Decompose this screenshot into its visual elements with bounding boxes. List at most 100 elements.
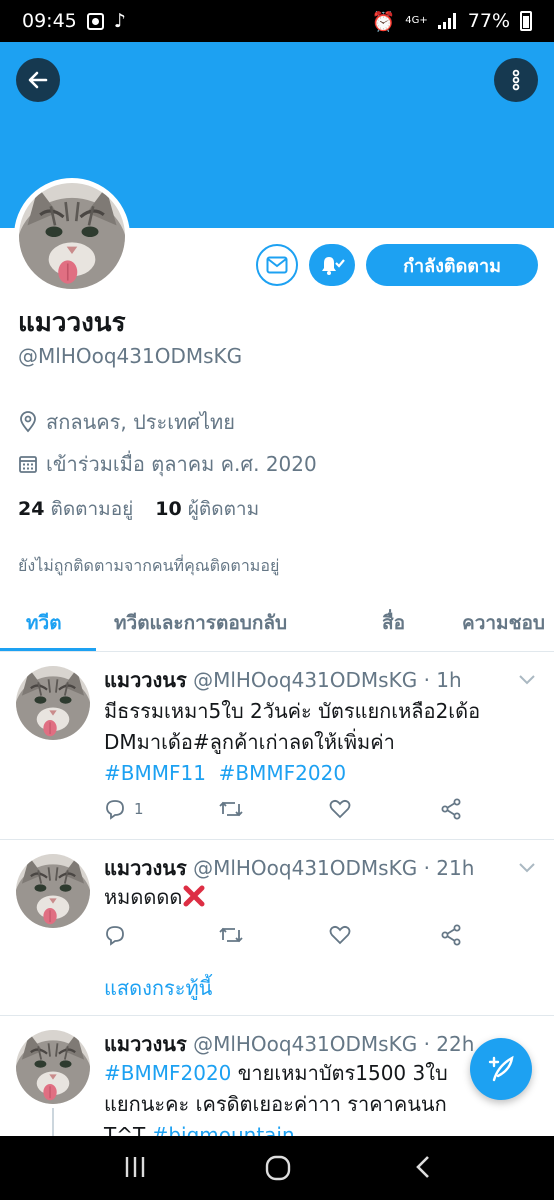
network-type: 4G+ <box>405 15 428 26</box>
status-time: 09:45 <box>22 10 77 32</box>
bell-check-icon <box>322 257 345 275</box>
signal-icon <box>437 13 458 29</box>
tweet-header: แมววงนร @MlHOoq431ODMsKG · 1h <box>104 664 524 696</box>
feather-plus-icon <box>488 1055 514 1082</box>
joined-text: เข้าร่วมเมื่อ ตุลาคม ค.ศ. 2020 <box>46 452 317 476</box>
reply-button[interactable]: 1 <box>104 798 144 820</box>
retweet-icon <box>219 927 243 943</box>
avatar-image <box>16 666 90 740</box>
tweet-actions <box>104 924 484 950</box>
tab-likes[interactable]: ความชอบ <box>462 608 545 638</box>
chevron-down-icon[interactable] <box>518 862 536 874</box>
tweet-text: หมดดดด <box>104 882 544 913</box>
following-button[interactable]: กำลังติดตาม <box>366 244 538 286</box>
tab-tweets-replies[interactable]: ทวีตและการตอบกลับ <box>114 608 287 638</box>
show-thread-link[interactable]: แสดงกระทู้นี้ <box>104 972 212 1004</box>
profile-location: สกลนคร, ประเทศไทย <box>18 406 235 438</box>
notifications-button[interactable] <box>309 244 355 286</box>
following-count: 24 <box>18 498 45 520</box>
share-icon <box>441 924 461 946</box>
tweet-actions: 1 <box>104 798 484 824</box>
tab-media[interactable]: สื่อ <box>382 608 405 638</box>
like-button[interactable] <box>328 924 352 946</box>
tweet[interactable]: แมววงนร @MlHOoq431ODMsKG · 21h หมดดดด แส… <box>0 840 554 1016</box>
back-button[interactable] <box>16 58 60 102</box>
tweet-text-line: แยกนะคะ เครดิตเยอะค่าาา ราคาคนนก <box>104 1092 447 1116</box>
recent-apps-icon[interactable] <box>122 1154 148 1180</box>
tweet-text-line: DMมาเด้อ#ลูกค้าเก่าลดให้เพิ่มค่า <box>104 730 395 754</box>
tweet-text-line: หมดดดด <box>104 885 183 909</box>
hashtag-link[interactable]: #BMMF11 <box>104 761 206 785</box>
share-button[interactable] <box>440 924 462 946</box>
active-tab-indicator <box>0 648 96 651</box>
tweet-header: แมววงนร @MlHOoq431ODMsKG · 21h <box>104 852 524 884</box>
speech-bubble-icon <box>106 800 124 820</box>
hashtag-link[interactable]: #BMMF2020 <box>104 1061 231 1085</box>
tweet-author-name[interactable]: แมววงนร <box>104 856 187 880</box>
follow-stats: 24 ติดตามอยู่ 10 ผู้ติดตาม <box>18 494 259 524</box>
tweet-author-name[interactable]: แมววงนร <box>104 668 187 692</box>
location-pin-icon <box>20 411 36 433</box>
hashtag-link[interactable]: #BMMF2020 <box>219 761 346 785</box>
avatar-image <box>19 183 125 289</box>
retweet-button[interactable] <box>218 798 244 820</box>
followers-label: ผู้ติดตาม <box>187 498 260 520</box>
screen-record-icon <box>86 12 104 30</box>
followers-count: 10 <box>155 498 182 520</box>
home-icon[interactable] <box>264 1154 292 1182</box>
heart-icon <box>329 925 351 945</box>
hashtag-link[interactable]: #bigmountain <box>152 1123 295 1136</box>
cross-mark-icon <box>183 885 205 907</box>
tweet-handle-time: @MlHOoq431ODMsKG · 21h <box>193 856 475 880</box>
tweet-header: แมววงนร @MlHOoq431ODMsKG · 22h <box>104 1028 524 1060</box>
not-followed-notice: ยังไม่ถูกติดตามจากคนที่คุณติดตามอยู่ <box>18 556 280 575</box>
tweet-text-line: มีธรรมเหมา5ใบ 2วันค่ะ บัตรแยกเหลือ2เด้อ <box>104 699 481 723</box>
chevron-down-icon[interactable] <box>518 674 536 686</box>
calendar-icon <box>19 456 37 473</box>
location-text: สกลนคร, ประเทศไทย <box>46 410 235 434</box>
profile-joined: เข้าร่วมเมื่อ ตุลาคม ค.ศ. 2020 <box>18 448 317 480</box>
compose-tweet-button[interactable] <box>470 1038 532 1100</box>
retweet-button[interactable] <box>218 924 244 946</box>
reply-button[interactable] <box>104 924 126 946</box>
profile-tabs: ทวีต ทวีตและการตอบกลับ สื่อ ความชอบ <box>0 594 554 652</box>
retweet-icon <box>219 801 243 817</box>
tweet-text-line: ขายเหมาบัตร1500 3ใบ <box>231 1061 448 1085</box>
tweet-avatar[interactable] <box>16 666 90 740</box>
message-button[interactable] <box>256 244 298 286</box>
profile-name: แมววงนร <box>18 308 126 338</box>
battery-icon <box>520 11 532 31</box>
profile-handle: @MlHOoq431ODMsKG <box>18 344 243 368</box>
followers-link[interactable]: 10 ผู้ติดตาม <box>155 494 259 524</box>
speech-bubble-icon <box>106 926 124 946</box>
like-button[interactable] <box>328 798 352 820</box>
vertical-dots-icon <box>512 69 520 91</box>
back-nav-icon[interactable] <box>412 1154 434 1180</box>
profile-avatar[interactable] <box>14 178 130 294</box>
avatar-image <box>16 1030 90 1104</box>
battery-percent: 77% <box>467 10 510 32</box>
following-link[interactable]: 24 ติดตามอยู่ <box>18 494 133 524</box>
alarm-icon: ⏰ <box>371 10 396 33</box>
tab-tweets[interactable]: ทวีต <box>26 608 62 638</box>
avatar-image <box>16 854 90 928</box>
tweet-text: มีธรรมเหมา5ใบ 2วันค่ะ บัตรแยกเหลือ2เด้อ … <box>104 696 544 789</box>
share-icon <box>441 798 461 820</box>
tweet-avatar[interactable] <box>16 854 90 928</box>
tweet-text-line: T^T <box>104 1123 152 1136</box>
arrow-left-icon <box>28 71 48 89</box>
music-note-icon: ♪ <box>113 10 126 32</box>
tweet-handle-time: @MlHOoq431ODMsKG · 1h <box>193 668 462 692</box>
tweet-author-name[interactable]: แมววงนร <box>104 1032 187 1056</box>
tweet[interactable]: แมววงนร @MlHOoq431ODMsKG · 1h มีธรรมเหมา… <box>0 652 554 840</box>
status-bar: 09:45 ♪ ⏰ 4G+ 77% <box>0 0 554 42</box>
envelope-icon <box>266 256 288 274</box>
tweet-avatar[interactable] <box>16 1030 90 1104</box>
heart-icon <box>329 799 351 819</box>
share-button[interactable] <box>440 798 462 820</box>
system-nav-bar <box>0 1136 554 1200</box>
reply-count: 1 <box>134 800 144 818</box>
more-options-button[interactable] <box>494 58 538 102</box>
thread-connector <box>52 1108 54 1136</box>
tweet-handle-time: @MlHOoq431ODMsKG · 22h <box>193 1032 475 1056</box>
